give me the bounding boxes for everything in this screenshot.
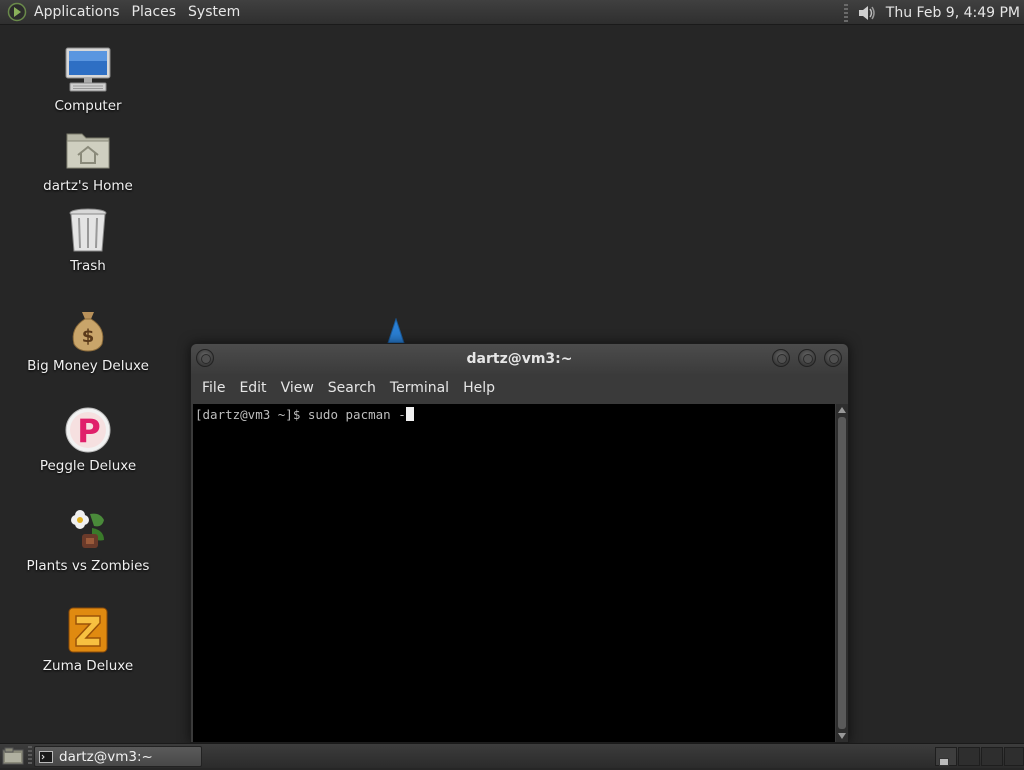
show-desktop-icon[interactable] bbox=[2, 747, 24, 766]
desktop-icon-label: Peggle Deluxe bbox=[39, 458, 137, 474]
desktop-icon-big-money[interactable]: $ Big Money Deluxe bbox=[13, 306, 163, 374]
desktop-icon-label: Computer bbox=[54, 98, 122, 114]
terminal-output[interactable]: [dartz@vm3 ~]$ sudo pacman - bbox=[193, 404, 835, 742]
maximize-button[interactable] bbox=[798, 349, 816, 367]
computer-icon bbox=[64, 46, 112, 94]
terminal-window[interactable]: dartz@vm3:~ File Edit View Search Termin… bbox=[190, 343, 849, 743]
text-cursor bbox=[405, 407, 414, 421]
money-bag-icon: $ bbox=[64, 306, 112, 354]
desktop-icon-trash[interactable]: Trash bbox=[13, 206, 163, 274]
menu-help[interactable]: Help bbox=[456, 374, 502, 403]
desktop-icon-computer[interactable]: Computer bbox=[13, 46, 163, 114]
menu-view[interactable]: View bbox=[274, 374, 321, 403]
desktop-icon-label: dartz's Home bbox=[43, 178, 133, 194]
workspace-4[interactable] bbox=[1004, 747, 1024, 766]
workspace-1[interactable] bbox=[935, 747, 957, 766]
notification-area: Thu Feb 9, 4:49 PM bbox=[843, 0, 1020, 25]
workspace-2[interactable] bbox=[958, 747, 980, 766]
scroll-down-arrow-icon[interactable] bbox=[836, 730, 848, 742]
plants-vs-zombies-icon bbox=[64, 506, 112, 554]
close-button[interactable] bbox=[824, 349, 842, 367]
menu-search[interactable]: Search bbox=[321, 374, 383, 403]
desktop-icon-zuma[interactable]: Zuma Deluxe bbox=[13, 606, 163, 674]
top-panel: Applications Places System Thu Feb 9, 4:… bbox=[0, 0, 1024, 25]
applications-menu[interactable]: Applications bbox=[28, 0, 126, 25]
taskbar-button-terminal[interactable]: dartz@vm3:~ bbox=[34, 746, 202, 767]
desktop-icon-home[interactable]: dartz's Home bbox=[13, 126, 163, 194]
mouse-cursor-icon bbox=[387, 318, 405, 344]
taskbar-button-label: dartz@vm3:~ bbox=[59, 748, 153, 765]
taskbar-handle[interactable] bbox=[28, 746, 32, 766]
system-menu[interactable]: System bbox=[182, 0, 246, 25]
bottom-panel: dartz@vm3:~ bbox=[0, 743, 1024, 768]
menu-file[interactable]: File bbox=[195, 374, 232, 403]
zuma-icon bbox=[64, 606, 112, 654]
workspace-3[interactable] bbox=[981, 747, 1003, 766]
desktop-icon-label: Trash bbox=[70, 258, 106, 274]
window-titlebar[interactable]: dartz@vm3:~ bbox=[191, 344, 848, 374]
clock[interactable]: Thu Feb 9, 4:49 PM bbox=[886, 5, 1020, 21]
places-menu[interactable]: Places bbox=[126, 0, 183, 25]
trash-icon bbox=[64, 206, 112, 254]
workspace-window-thumbnail bbox=[939, 758, 949, 766]
window-title: dartz@vm3:~ bbox=[466, 351, 573, 367]
menu-terminal[interactable]: Terminal bbox=[383, 374, 456, 403]
speaker-icon[interactable] bbox=[856, 2, 878, 24]
desktop-icon-peggle[interactable]: P Peggle Deluxe bbox=[13, 406, 163, 474]
desktop-icon-label: Big Money Deluxe bbox=[27, 358, 149, 374]
home-folder-icon bbox=[64, 126, 112, 174]
gnome-foot-icon[interactable] bbox=[6, 1, 28, 23]
panel-handle[interactable] bbox=[843, 3, 848, 22]
terminal-icon bbox=[39, 750, 53, 763]
svg-text:P: P bbox=[77, 412, 100, 450]
prompt-line: [dartz@vm3 ~]$ sudo pacman - bbox=[195, 407, 406, 422]
menu-edit[interactable]: Edit bbox=[232, 374, 273, 403]
vertical-scrollbar[interactable] bbox=[836, 404, 848, 742]
desktop-icon-label: Zuma Deluxe bbox=[42, 658, 134, 674]
scroll-up-arrow-icon[interactable] bbox=[836, 404, 848, 416]
desktop-icon-label: Plants vs Zombies bbox=[26, 558, 150, 574]
minimize-button[interactable] bbox=[772, 349, 790, 367]
desktop-icon-plants-vs-zombies[interactable]: Plants vs Zombies bbox=[13, 506, 163, 574]
svg-text:$: $ bbox=[82, 326, 95, 347]
scrollbar-thumb[interactable] bbox=[838, 417, 846, 729]
peggle-icon: P bbox=[64, 406, 112, 454]
terminal-menubar: File Edit View Search Terminal Help bbox=[191, 374, 848, 403]
